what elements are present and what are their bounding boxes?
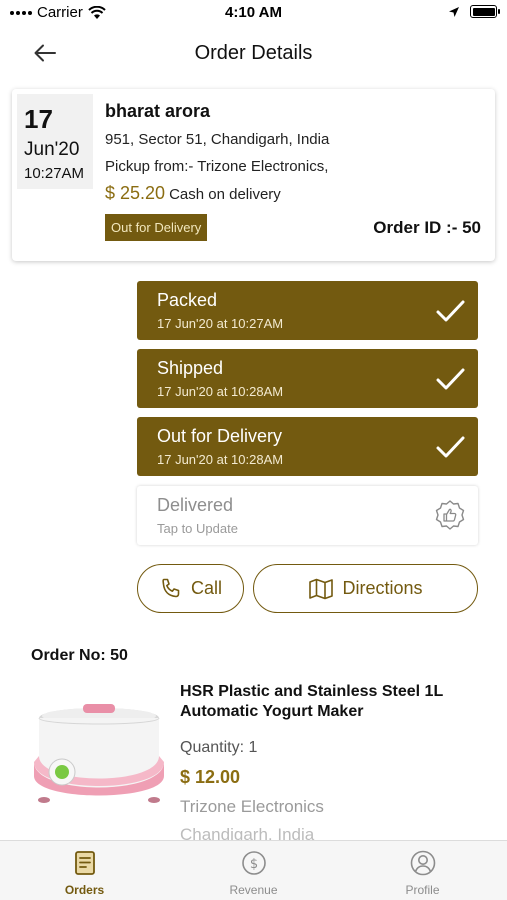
product-image: [34, 704, 164, 803]
order-month-year: Jun'20: [24, 139, 80, 160]
order-number: Order No: 50: [31, 647, 128, 664]
battery-icon: [470, 5, 500, 18]
step-timestamp: 17 Jun'20 at 10:28AM: [157, 452, 284, 467]
order-date-box: 17 Jun'20 10:27AM: [17, 94, 93, 189]
page-title: Order Details: [194, 42, 313, 64]
call-button[interactable]: Call: [137, 564, 244, 613]
tab-label: Revenue: [229, 883, 278, 897]
product-store: Trizone Electronics: [180, 797, 324, 816]
svg-text:$: $: [250, 857, 258, 872]
product-price: $ 12.00: [180, 767, 241, 787]
order-day: 17: [24, 104, 53, 134]
check-icon: [436, 436, 465, 458]
status-bar: Carrier 4:10 AM: [0, 0, 507, 26]
check-icon: [436, 300, 465, 322]
tab-profile[interactable]: Profile: [338, 841, 507, 900]
payment-method: Cash on delivery: [169, 186, 281, 203]
map-icon: [309, 578, 334, 599]
customer-name: bharat arora: [105, 101, 211, 121]
status-time: 4:10 AM: [225, 4, 282, 21]
tab-orders[interactable]: Orders: [0, 841, 169, 900]
call-label: Call: [190, 578, 222, 598]
bottom-tab-bar: Orders $ Revenue Profile: [0, 840, 507, 900]
order-time: 10:27AM: [24, 165, 85, 182]
step-shipped: Shipped 17 Jun'20 at 10:28AM: [137, 349, 478, 408]
check-icon: [436, 368, 465, 390]
step-timestamp: 17 Jun'20 at 10:27AM: [157, 316, 284, 331]
status-right: [448, 5, 500, 18]
order-amount: $ 25.20: [105, 183, 166, 203]
directions-button[interactable]: Directions: [253, 564, 478, 613]
location-arrow-icon: [449, 6, 459, 17]
step-out-for-delivery: Out for Delivery 17 Jun'20 at 10:28AM: [137, 417, 478, 476]
product-name: HSR Plastic and Stainless Steel 1L Autom…: [180, 683, 443, 720]
step-timestamp: 17 Jun'20 at 10:28AM: [157, 384, 284, 399]
customer-address: 951, Sector 51, Chandigarh, India: [105, 131, 330, 148]
document-icon: [75, 851, 95, 875]
directions-label: Directions: [342, 578, 423, 598]
tab-label: Orders: [64, 883, 105, 897]
product-quantity: Quantity: 1: [180, 739, 258, 756]
step-hint: Tap to Update: [157, 521, 238, 536]
tab-label: Profile: [405, 883, 440, 897]
step-packed: Packed 17 Jun'20 at 10:27AM: [137, 281, 478, 340]
step-title: Shipped: [157, 358, 224, 378]
payment-info: $ 25.20 Cash on delivery: [105, 183, 281, 204]
phone-icon: [162, 578, 180, 597]
status-badge: Out for Delivery: [105, 214, 208, 241]
order-summary-card[interactable]: 17 Jun'20 10:27AM bharat arora 951, Sect…: [12, 89, 495, 261]
pickup-location: Pickup from:- Trizone Electronics,: [105, 158, 329, 175]
step-title: Out for Delivery: [157, 426, 283, 446]
dollar-circle-icon: $: [242, 851, 266, 875]
tab-revenue[interactable]: $ Revenue: [169, 841, 338, 900]
order-id: Order ID :- 50: [373, 218, 481, 237]
user-circle-icon: [410, 850, 436, 876]
step-title: Packed: [157, 290, 218, 310]
step-title: Delivered: [157, 495, 234, 515]
step-delivered[interactable]: Delivered Tap to Update: [137, 486, 478, 545]
thumbs-up-badge-icon: [435, 500, 465, 530]
nav-header: Order Details: [0, 30, 507, 76]
